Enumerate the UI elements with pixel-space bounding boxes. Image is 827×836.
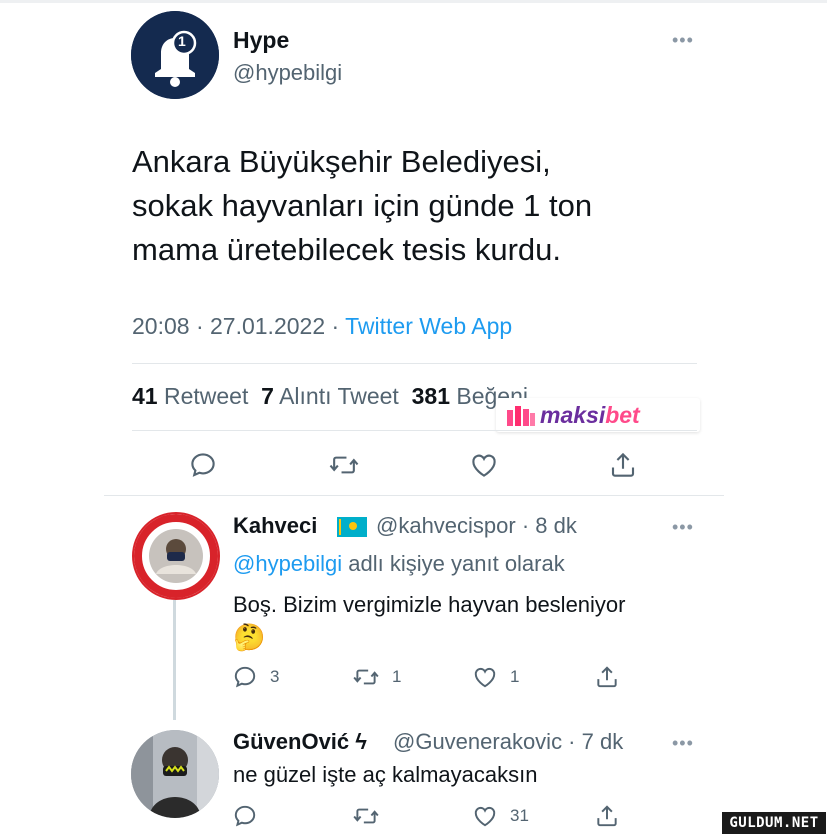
watermark-brand-accent: bet bbox=[605, 401, 640, 428]
kahveci-avatar[interactable] bbox=[132, 512, 220, 600]
like-button[interactable]: 1 bbox=[472, 664, 519, 690]
tweet-text-line: Ankara Büyükşehir Belediyesi, bbox=[132, 144, 551, 179]
like-button[interactable] bbox=[469, 450, 499, 480]
more-options-icon[interactable]: ••• bbox=[672, 517, 694, 538]
retweet-count[interactable]: 41 bbox=[132, 383, 158, 409]
more-options-icon[interactable]: ••• bbox=[672, 30, 694, 51]
reply-icon bbox=[234, 666, 256, 688]
retweet-button[interactable] bbox=[328, 450, 360, 480]
reply-count: 3 bbox=[270, 667, 280, 686]
tweet-text-line: sokak hayvanları için günde 1 ton bbox=[132, 188, 593, 223]
tweet-text-line: mama üretebilecek tesis kurdu. bbox=[132, 232, 562, 267]
reply-icon bbox=[234, 805, 256, 827]
heart-icon bbox=[474, 667, 496, 688]
reply-to-label: adlı kişiye yanıt olarak bbox=[342, 551, 565, 576]
retweet-label[interactable]: Retweet bbox=[164, 383, 248, 409]
like-count[interactable]: 381 bbox=[412, 383, 450, 409]
retweet-button[interactable] bbox=[352, 803, 380, 829]
author-handle[interactable]: @hypebilgi bbox=[233, 60, 342, 86]
reply-text: ne güzel işte aç kalmayacaksın bbox=[233, 762, 538, 787]
share-icon bbox=[597, 666, 617, 688]
share-button[interactable] bbox=[594, 664, 620, 690]
profile-photo-icon bbox=[131, 730, 219, 818]
lightning-icon: ϟ bbox=[355, 729, 367, 754]
author-name[interactable]: Hype bbox=[233, 27, 289, 54]
retweet-count: 1 bbox=[392, 667, 402, 686]
bell-icon bbox=[131, 11, 219, 99]
heart-icon bbox=[474, 806, 496, 827]
tweet-timestamp[interactable]: 20:08 · 27.01.2022 · bbox=[132, 313, 345, 339]
tweet-text: Ankara Büyükşehir Belediyesi, sokak hayv… bbox=[132, 140, 692, 272]
guvenovic-avatar[interactable] bbox=[131, 730, 219, 818]
author-name-text: GüvenOvić bbox=[233, 729, 350, 754]
maksibet-logo-icon bbox=[507, 406, 535, 426]
top-border bbox=[0, 0, 827, 3]
watermark-brand: maksi bbox=[540, 401, 606, 428]
site-watermark: GULDUM.NET bbox=[722, 812, 826, 834]
share-button[interactable] bbox=[608, 450, 638, 480]
reply-author-name[interactable]: GüvenOvić ϟ bbox=[233, 729, 367, 755]
share-icon bbox=[597, 805, 617, 827]
tweet-stats: 41 Retweet 7 Alıntı Tweet 381 Beğeni bbox=[132, 383, 528, 410]
profile-photo-icon bbox=[134, 514, 218, 598]
retweet-button[interactable]: 1 bbox=[352, 664, 401, 690]
maksibet-watermark: maksibet bbox=[496, 398, 700, 432]
retweet-icon bbox=[353, 669, 379, 685]
hype-avatar[interactable]: 1 bbox=[131, 11, 219, 99]
retweet-icon bbox=[329, 456, 359, 474]
like-count: 31 bbox=[510, 806, 529, 825]
like-button[interactable]: 31 bbox=[472, 803, 529, 829]
kazakhstan-flag-icon bbox=[337, 517, 367, 537]
reply-handle-time[interactable]: @Guvenerakovic · 7 dk bbox=[393, 729, 623, 755]
divider bbox=[104, 495, 724, 496]
tweet-meta: 20:08 · 27.01.2022 · Twitter Web App bbox=[132, 313, 512, 340]
divider bbox=[132, 430, 697, 431]
quote-label[interactable]: Alıntı Tweet bbox=[279, 383, 399, 409]
reply-text: Boş. Bizim vergimizle hayvan besleniyor bbox=[233, 592, 626, 617]
reply-handle-time[interactable]: @kahvecispor · 8 dk bbox=[376, 513, 577, 539]
reply-button[interactable] bbox=[232, 803, 258, 829]
notification-count-badge: 1 bbox=[178, 33, 186, 49]
source-app-link[interactable]: Twitter Web App bbox=[345, 313, 512, 339]
reply-button[interactable] bbox=[188, 450, 218, 480]
heart-icon bbox=[472, 454, 496, 477]
reply-button[interactable]: 3 bbox=[232, 664, 279, 690]
reply-icon bbox=[191, 453, 215, 477]
share-button[interactable] bbox=[594, 803, 620, 829]
divider bbox=[132, 363, 697, 364]
quote-count[interactable]: 7 bbox=[261, 383, 274, 409]
mention-link[interactable]: @hypebilgi bbox=[233, 551, 342, 576]
share-icon bbox=[611, 452, 635, 477]
reply-to-line: @hypebilgi adlı kişiye yanıt olarak bbox=[233, 551, 565, 577]
retweet-icon bbox=[353, 808, 379, 824]
like-count: 1 bbox=[510, 667, 520, 686]
thread-line bbox=[173, 600, 176, 720]
more-options-icon[interactable]: ••• bbox=[672, 733, 694, 754]
reply-author-name[interactable]: Kahveci bbox=[233, 513, 317, 539]
thinking-face-emoji: 🤔 bbox=[233, 622, 266, 652]
